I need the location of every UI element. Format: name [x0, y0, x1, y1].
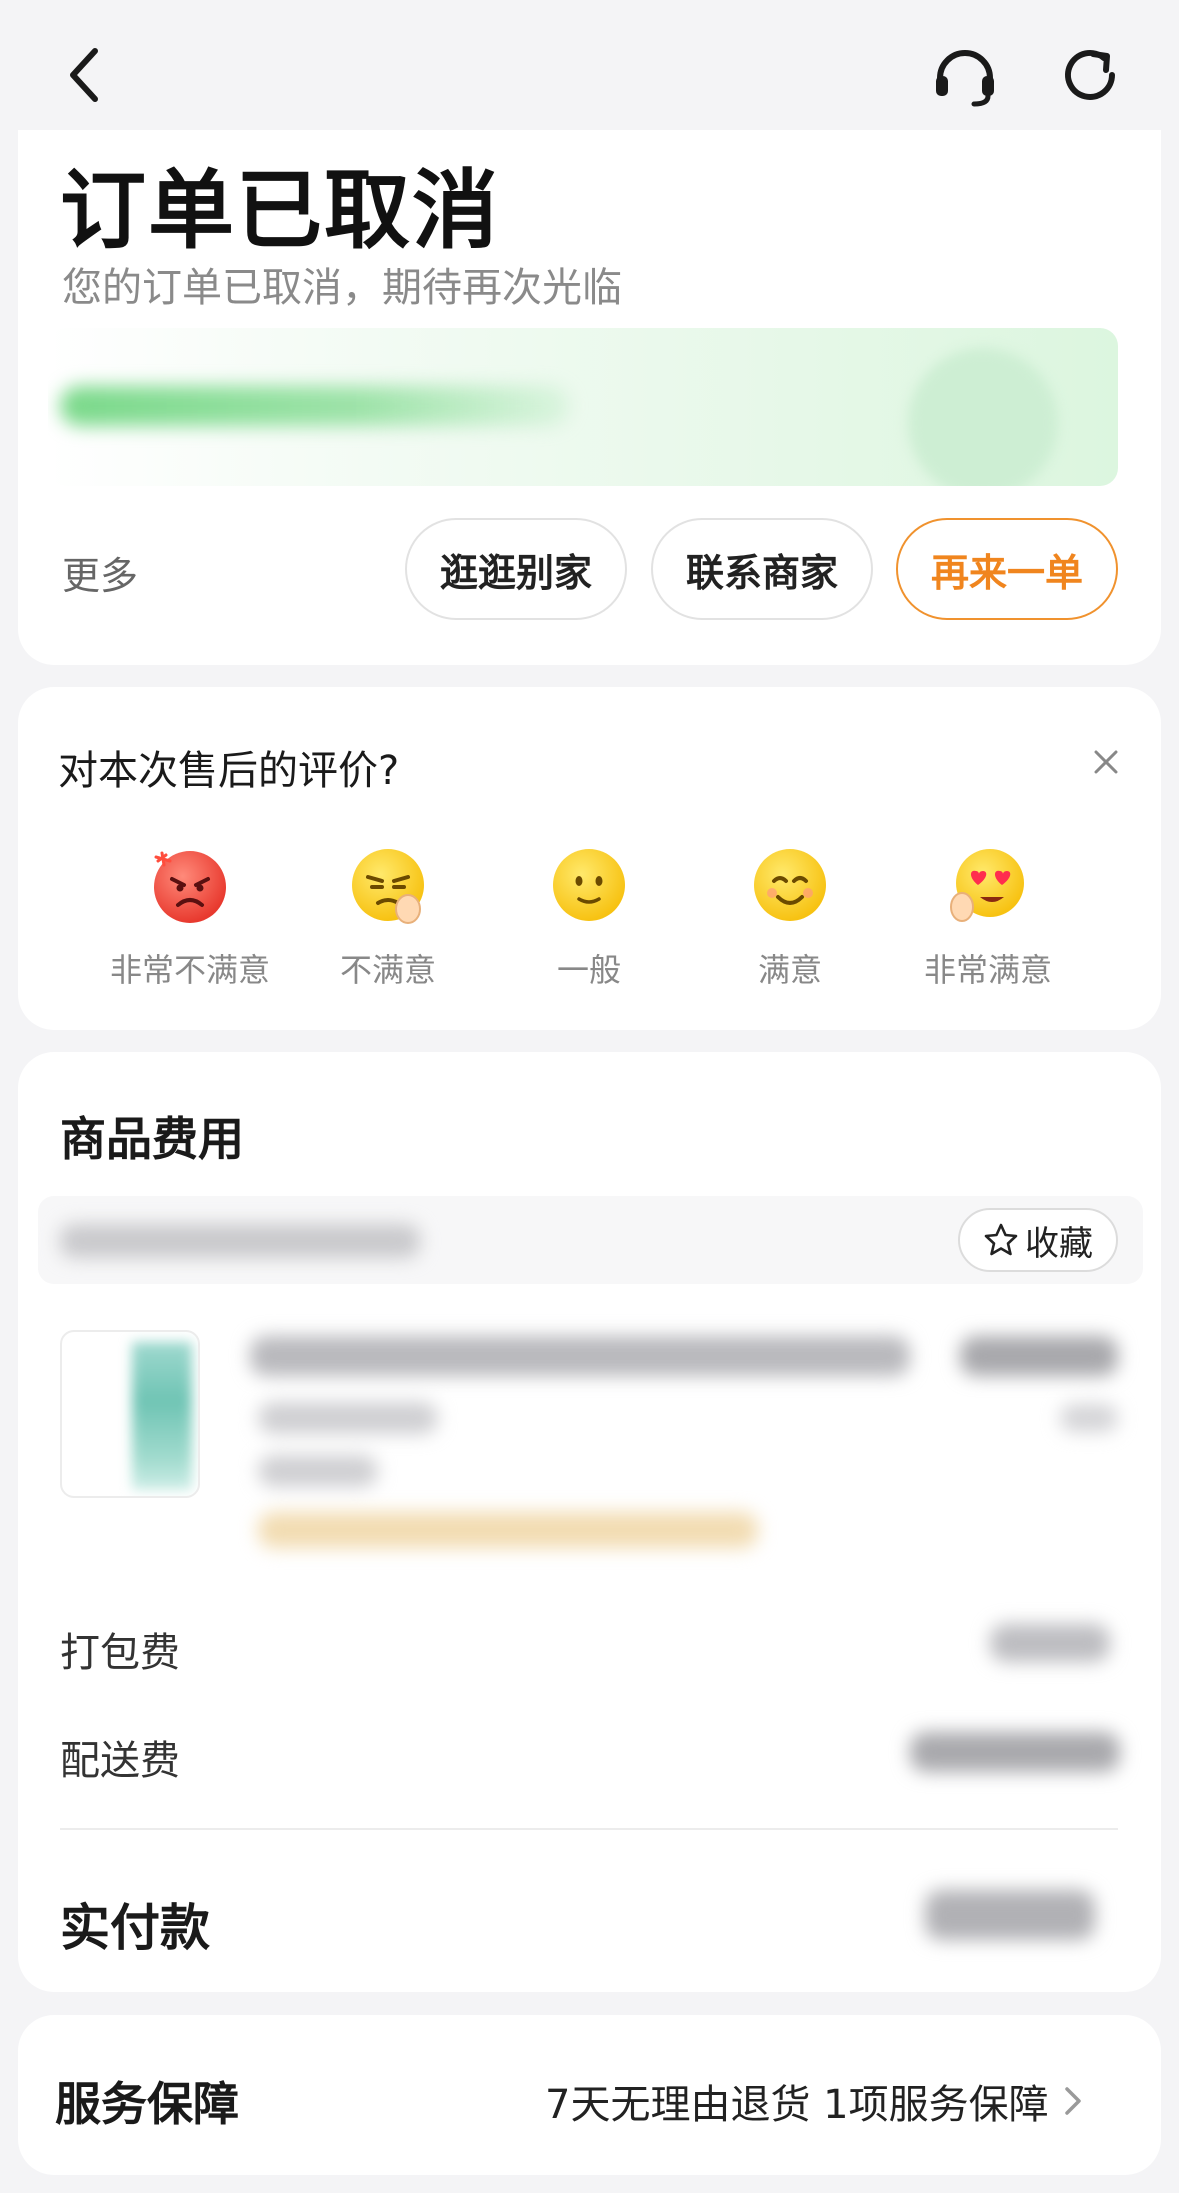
redacted-product-name	[250, 1336, 910, 1376]
rating-option-very-dissatisfied[interactable]: 非常不满意	[100, 845, 280, 991]
service-guarantee-title: 服务保障	[55, 2077, 239, 2131]
product-thumbnail[interactable]	[60, 1330, 200, 1498]
service-guarantee-text: 7天无理由退货 1项服务保障	[545, 2082, 1049, 2128]
back-button[interactable]	[55, 35, 115, 115]
redacted-product-tags	[258, 1512, 758, 1548]
product-fees-title: 商品费用	[60, 1112, 244, 1166]
order-again-button[interactable]: 再来一单	[896, 518, 1118, 620]
paid-amount-label: 实付款	[60, 1899, 210, 1957]
star-outline-icon	[984, 1223, 1018, 1256]
rating-question: 对本次售后的评价?	[58, 748, 400, 794]
contact-merchant-button[interactable]: 联系商家	[651, 518, 873, 620]
favorite-label: 收藏	[1025, 1223, 1093, 1264]
heart-eyes-face-icon	[950, 849, 1024, 922]
redacted-product-note	[258, 1455, 378, 1487]
rating-option-satisfied[interactable]: 满意	[700, 845, 880, 991]
favorite-button[interactable]: 收藏	[958, 1208, 1118, 1272]
redacted-banner-text	[60, 386, 570, 426]
rating-option-label: 非常满意	[923, 951, 1052, 989]
redacted-packing-fee-value	[990, 1624, 1110, 1662]
refresh-button[interactable]	[1050, 35, 1130, 115]
order-status-subtitle: 您的订单已取消，期待再次光临	[62, 265, 622, 311]
angry-face-icon	[154, 851, 226, 923]
redacted-product-spec	[258, 1402, 438, 1434]
rating-option-label: 非常不满意	[109, 951, 270, 989]
refresh-icon	[1065, 49, 1115, 100]
more-actions-link[interactable]: 更多	[62, 545, 138, 600]
delivery-fee-label: 配送费	[60, 1738, 180, 1784]
headset-icon	[936, 50, 994, 107]
redacted-paid-amount-value	[925, 1890, 1095, 1940]
redacted-product-price	[960, 1336, 1118, 1376]
rating-option-neutral[interactable]: 一般	[499, 845, 679, 991]
rating-option-label: 不满意	[339, 951, 436, 989]
rating-option-dissatisfied[interactable]: 不满意	[298, 845, 478, 991]
redacted-product-image	[132, 1342, 192, 1490]
browse-other-shops-button[interactable]: 逛逛别家	[405, 518, 627, 620]
order-status-title: 订单已取消	[60, 161, 500, 261]
redacted-delivery-fee-value	[910, 1732, 1120, 1772]
redacted-promo-banner[interactable]	[48, 328, 1118, 486]
chevron-right-icon	[1064, 2087, 1081, 2115]
divider	[60, 1828, 1118, 1830]
rating-option-very-satisfied[interactable]: 非常满意	[898, 845, 1078, 991]
chevron-left-icon	[70, 48, 98, 102]
top-bar	[0, 0, 1179, 140]
neutral-face-icon	[553, 849, 625, 921]
rating-option-label: 一般	[556, 951, 621, 989]
checkmark-icon	[908, 348, 1058, 486]
redacted-product-qty	[1060, 1404, 1118, 1432]
close-icon[interactable]	[1086, 742, 1126, 782]
packing-fee-label: 打包费	[60, 1630, 180, 1676]
displeased-face-icon	[352, 849, 424, 924]
service-guarantee-detail[interactable]: 7天无理由退货 1项服务保障	[545, 2072, 1083, 2130]
rating-option-label: 满意	[757, 951, 822, 989]
customer-service-button[interactable]	[925, 35, 1005, 115]
redacted-shop-name	[60, 1224, 420, 1258]
smiling-face-icon	[754, 849, 826, 921]
